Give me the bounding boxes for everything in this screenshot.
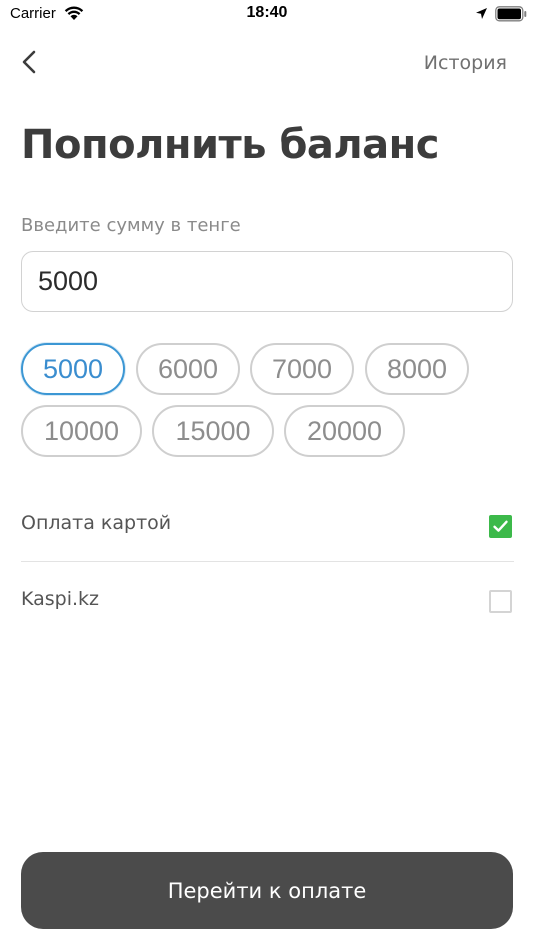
clock: 18:40 (246, 4, 288, 21)
location-arrow-icon (476, 8, 487, 19)
payment-methods: Оплата картой Kaspi.kz (21, 488, 514, 636)
status-bar: Carrier 18:40 (0, 0, 534, 30)
amount-chip-7000[interactable]: 7000 (250, 343, 354, 395)
payment-method-label: Kaspi.kz (21, 588, 100, 610)
amount-chip-5000[interactable]: 5000 (21, 343, 125, 395)
amount-label: Введите сумму в тенге (21, 215, 241, 236)
proceed-to-payment-button[interactable]: Перейти к оплате (21, 852, 513, 929)
payment-method-label: Оплата картой (21, 512, 172, 534)
back-button[interactable] (14, 46, 46, 78)
checkmark-icon (493, 520, 508, 532)
battery-icon (495, 6, 527, 22)
amount-input[interactable] (21, 251, 513, 312)
page-title: Пополнить баланс (21, 122, 440, 168)
payment-method-card[interactable]: Оплата картой (21, 488, 514, 562)
kaspi-checkbox[interactable] (489, 590, 512, 613)
card-checkbox[interactable] (489, 515, 512, 538)
payment-method-kaspi[interactable]: Kaspi.kz (21, 562, 514, 636)
amount-chip-15000[interactable]: 15000 (152, 405, 274, 457)
amount-chip-6000[interactable]: 6000 (136, 343, 240, 395)
amount-chip-10000[interactable]: 10000 (21, 405, 142, 457)
chevron-left-icon (22, 50, 36, 74)
amount-chip-20000[interactable]: 20000 (284, 405, 405, 457)
history-link[interactable]: История (424, 52, 507, 74)
navigation-bar: История (0, 40, 534, 86)
amount-chip-8000[interactable]: 8000 (365, 343, 469, 395)
